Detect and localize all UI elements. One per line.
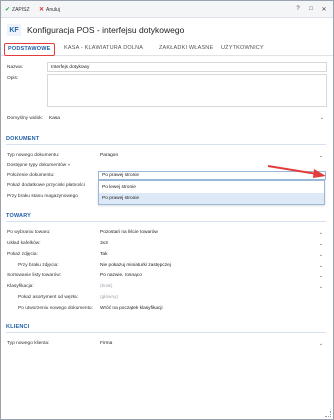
section-divider bbox=[6, 144, 326, 145]
tile-layout-label: Układ kafelków: bbox=[7, 241, 41, 246]
classification-label: Klasyfikacja: bbox=[7, 284, 34, 289]
show-images-value: Tak bbox=[100, 252, 108, 257]
chevron-down-icon: ⌄ bbox=[318, 251, 323, 258]
chevron-down-icon: ⌄ bbox=[318, 272, 323, 279]
tab-uzytkownicy[interactable]: UŻYTKOWNICY bbox=[221, 45, 264, 51]
description-field[interactable] bbox=[47, 74, 327, 107]
section-klienci: KLIENCI bbox=[6, 324, 30, 330]
pos-config-window: ✔ ZAPISZ ✕ Anuluj ? □ ✕ KF Konfiguracja … bbox=[0, 0, 334, 420]
chevron-down-icon: ⌄ bbox=[318, 283, 323, 290]
assortment-label: Pokaż asortyment od węzła: bbox=[18, 295, 78, 300]
doc-position-label: Położenie dokumentu: bbox=[7, 173, 55, 178]
new-client-type-value: Firma bbox=[100, 341, 113, 346]
save-label: ZAPISZ bbox=[12, 6, 30, 13]
no-image-select[interactable]: Nie pokazuj miniaturki zastępczej ⌄ bbox=[98, 261, 326, 270]
dropdown-option-right[interactable]: Po prawej stronie bbox=[99, 193, 324, 204]
after-select-value: Pozostań na liście towarów bbox=[100, 230, 158, 235]
classification-select[interactable]: (brak) ⌄ bbox=[98, 282, 326, 291]
tile-layout-select[interactable]: 3x3 ⌄ bbox=[98, 239, 326, 248]
tab-podstawowe[interactable]: PODSTAWOWE bbox=[4, 43, 55, 56]
default-view-value: Kasa bbox=[49, 115, 60, 121]
window-close-icon[interactable]: ✕ bbox=[319, 4, 329, 14]
cancel-label: Anuluj bbox=[46, 6, 60, 13]
show-payment-buttons-label: Pokaż dodatkowe przyciski płatności bbox=[7, 183, 85, 188]
sort-value: Po nazwie, rosnąco bbox=[100, 273, 142, 278]
tab-kasa-klawiatura[interactable]: KASA - KLAWIATURA DOLNA bbox=[64, 45, 143, 51]
chevron-down-icon: ⌄ bbox=[318, 340, 323, 347]
classification-value: (brak) bbox=[100, 284, 113, 289]
no-image-value: Nie pokazuj miniaturki zastępczej bbox=[100, 263, 171, 268]
available-doc-types-link[interactable]: Dostępne typy dokumentów » bbox=[7, 163, 70, 168]
name-field[interactable]: Interfejs dotykowy bbox=[47, 62, 327, 72]
no-image-label: Przy braku zdjęcia: bbox=[18, 263, 59, 268]
dropdown-option-left[interactable]: Po lewej stronie bbox=[99, 182, 324, 193]
default-view-label: Domyślny widok: bbox=[7, 116, 43, 121]
chevron-down-icon: ⌄ bbox=[318, 240, 323, 247]
show-images-select[interactable]: Tak ⌄ bbox=[98, 250, 326, 259]
after-select-select[interactable]: Pozostań na liście towarów ⌄ bbox=[98, 228, 326, 237]
chevron-down-icon: ⌄ bbox=[319, 115, 324, 121]
new-client-type-label: Typ nowego klienta: bbox=[7, 341, 50, 346]
close-icon: ✕ bbox=[39, 6, 45, 13]
after-select-label: Po wybraniu towaru: bbox=[7, 230, 51, 235]
doc-position-value: Po prawej stronie bbox=[102, 173, 140, 178]
section-divider bbox=[6, 221, 326, 222]
tab-bar: PODSTAWOWE KASA - KLAWIATURA DOLNA ZAKŁA… bbox=[1, 42, 333, 56]
maximize-icon[interactable]: □ bbox=[306, 4, 316, 14]
default-view-select[interactable]: Kasa ⌄ bbox=[47, 113, 327, 123]
tile-layout-value: 3x3 bbox=[100, 241, 108, 246]
chevron-down-icon: ⌄ bbox=[318, 262, 323, 269]
new-doc-type-label: Typ nowego dokumentu: bbox=[7, 153, 60, 158]
help-icon[interactable]: ? bbox=[293, 4, 303, 14]
chevron-down-icon: ⌄ bbox=[318, 152, 323, 159]
new-doc-type-value: Paragon bbox=[100, 153, 119, 158]
assortment-select[interactable]: (główny) bbox=[98, 293, 326, 302]
red-arrow-icon bbox=[267, 165, 326, 178]
section-dokument: DOKUMENT bbox=[6, 136, 40, 142]
after-new-doc-label: Po utworzeniu nowego dokumentu: bbox=[18, 306, 93, 311]
section-towary: TOWARY bbox=[6, 213, 32, 219]
doc-position-dropdown: Po lewej stronie Po prawej stronie bbox=[98, 180, 325, 205]
tab-zakladki-wlasne[interactable]: ZAKŁADKI WŁASNE bbox=[159, 45, 213, 51]
chevron-down-icon: ⌄ bbox=[318, 229, 323, 236]
new-client-type-select[interactable]: Firma ⌄ bbox=[98, 339, 326, 348]
resize-grip-icon[interactable] bbox=[325, 411, 331, 417]
section-divider bbox=[6, 332, 326, 333]
name-label: Nazwa: bbox=[7, 65, 23, 70]
sort-select[interactable]: Po nazwie, rosnąco ⌄ bbox=[98, 271, 326, 280]
save-button[interactable]: ✔ ZAPISZ bbox=[5, 5, 30, 14]
sort-label: Sortowanie listy towarów: bbox=[7, 273, 62, 278]
checkmark-icon: ✔ bbox=[5, 6, 11, 13]
new-doc-type-select[interactable]: Paragon ⌄ bbox=[98, 151, 326, 160]
assortment-value: (główny) bbox=[100, 295, 119, 300]
show-images-label: Pokaż zdjęcia: bbox=[7, 252, 38, 257]
after-new-doc-select[interactable]: Wróć na początek klasyfikacji bbox=[98, 304, 326, 313]
out-of-stock-label: Przy braku stanu magazynowego bbox=[7, 194, 78, 199]
toolbar: ✔ ZAPISZ ✕ Anuluj ? □ ✕ bbox=[1, 1, 333, 18]
cancel-button[interactable]: ✕ Anuluj bbox=[39, 5, 60, 14]
after-new-doc-value: Wróć na początek klasyfikacji bbox=[100, 306, 163, 311]
page-title: Konfiguracja POS - interfejsu dotykowego bbox=[27, 25, 185, 35]
app-logo: KF bbox=[7, 24, 21, 36]
description-label: Opis: bbox=[7, 76, 19, 81]
